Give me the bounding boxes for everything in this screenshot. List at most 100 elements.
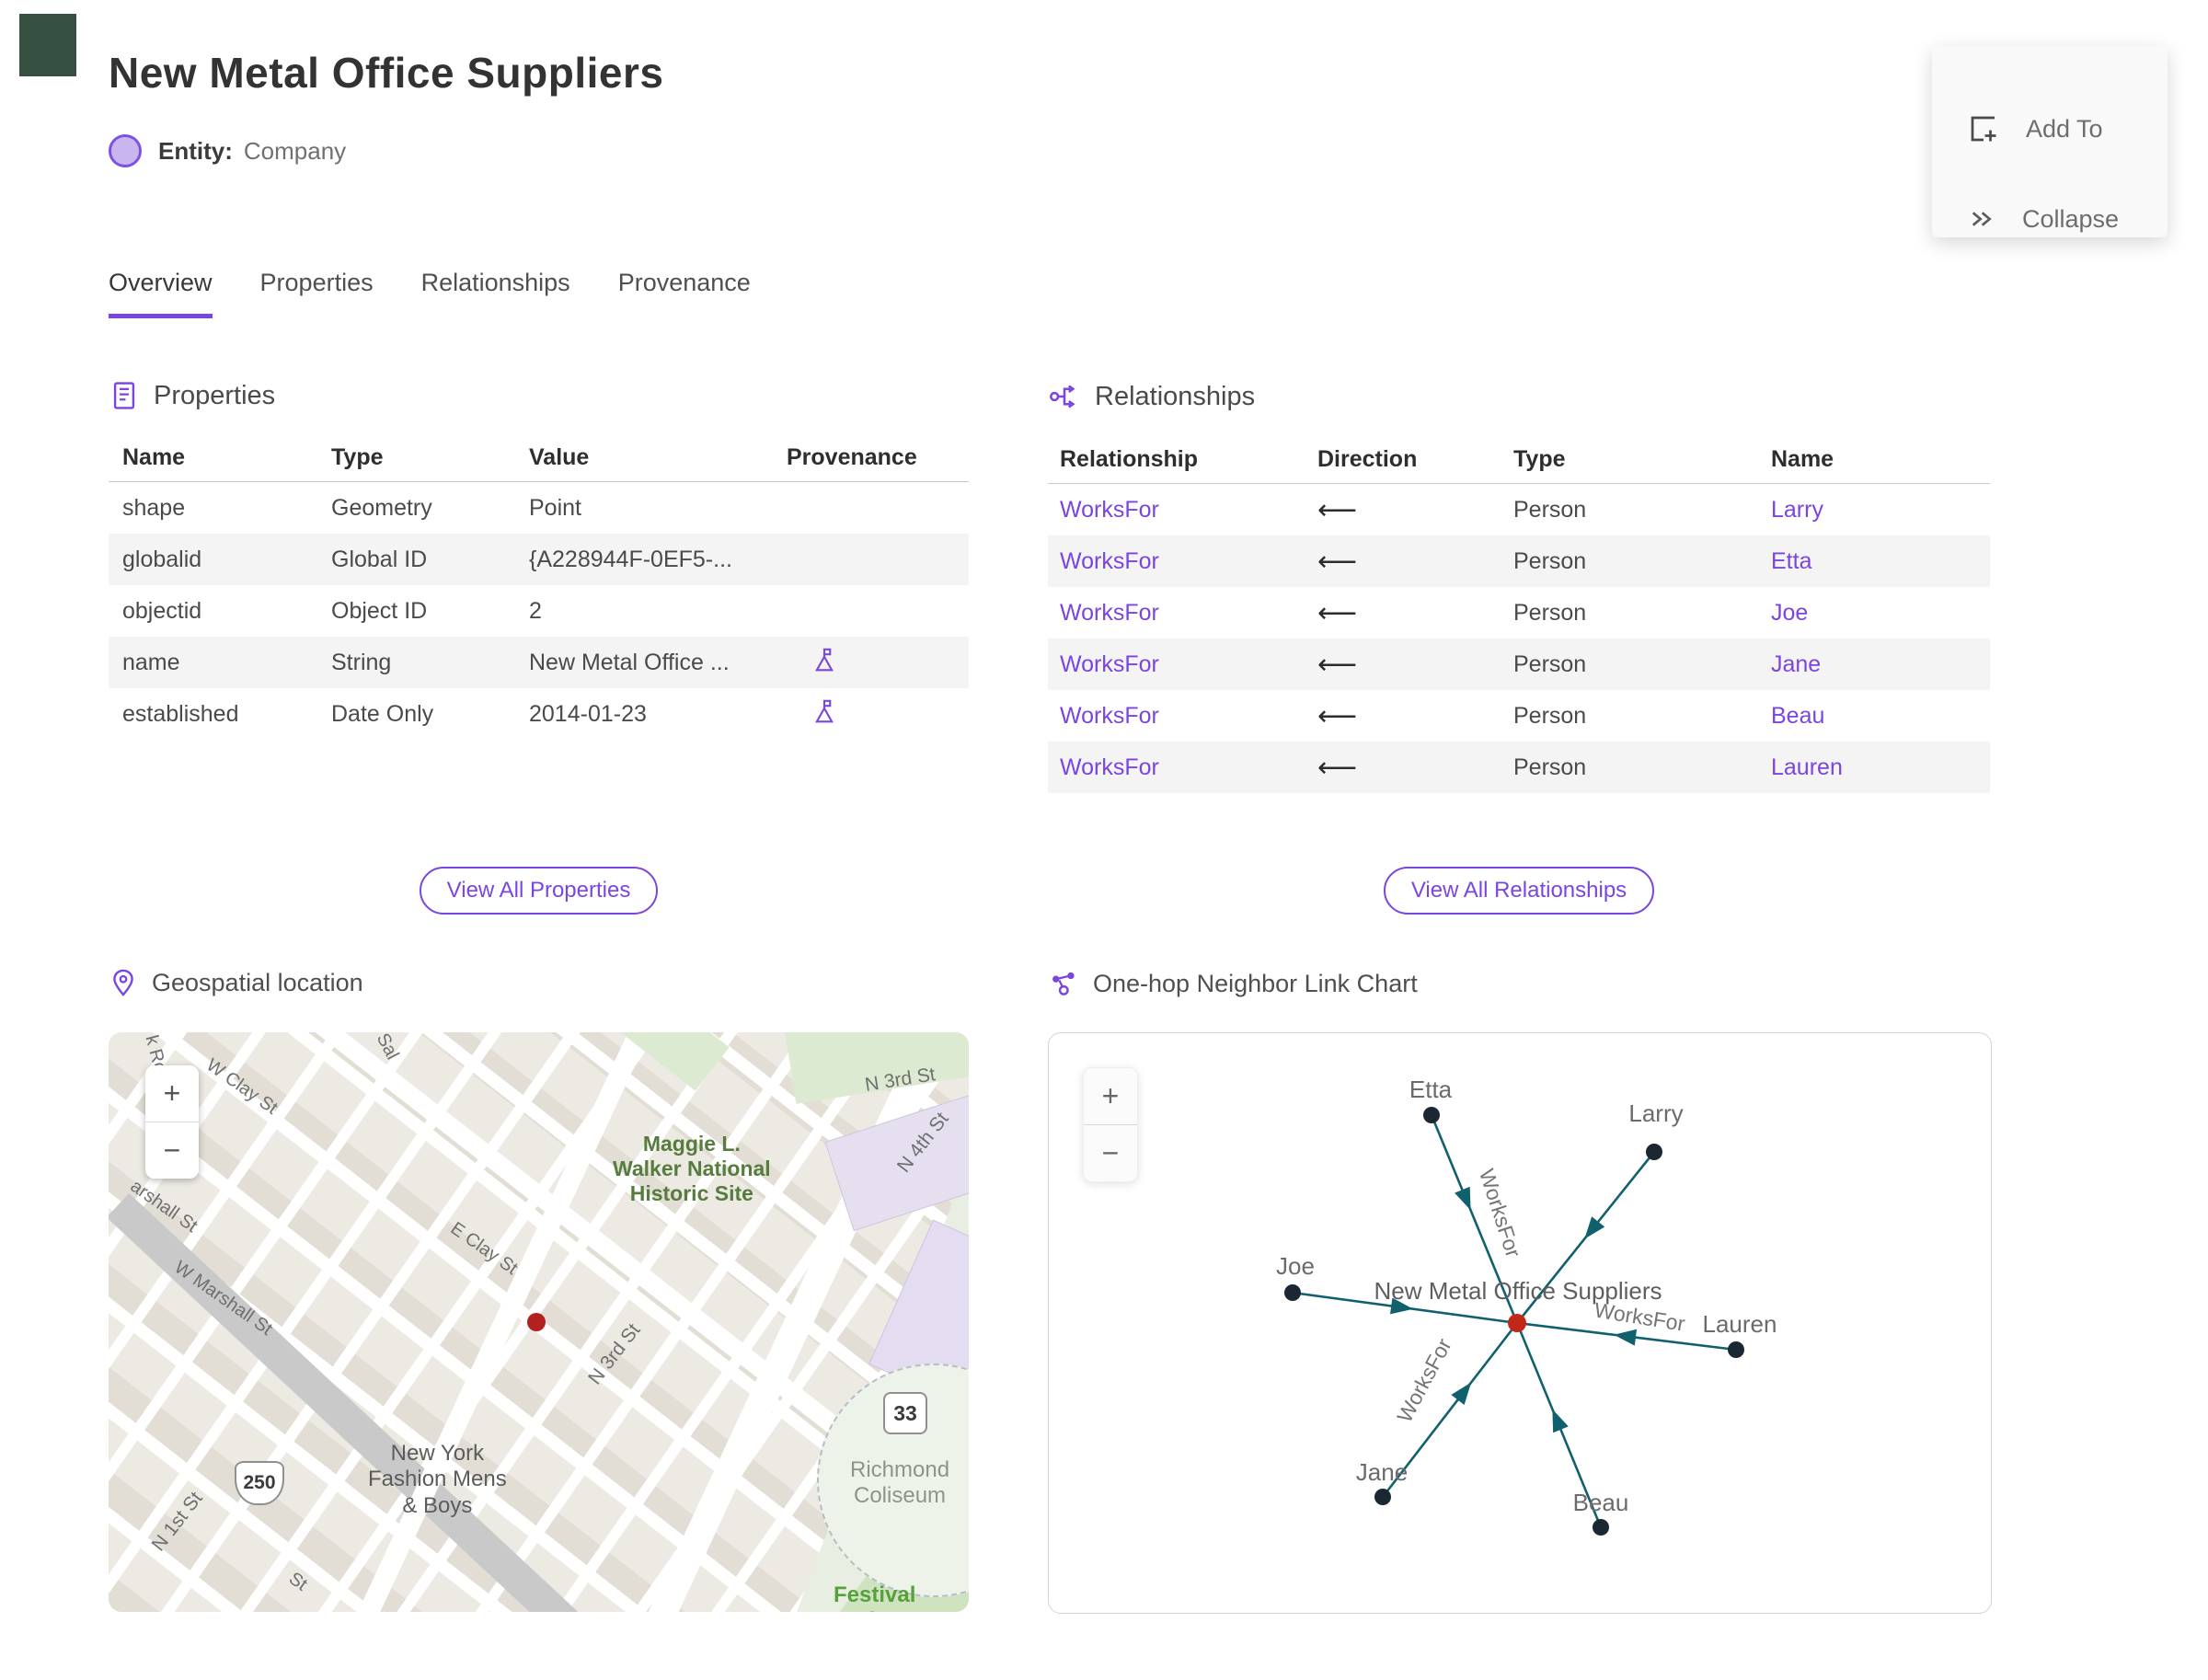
properties-table: Name Type Value Provenance shape Geometry… bbox=[109, 433, 969, 740]
chart-center-label: New Metal Office Suppliers bbox=[1374, 1277, 1662, 1305]
tab-overview[interactable]: Overview bbox=[109, 269, 213, 318]
property-provenance-cell bbox=[787, 646, 969, 680]
map-label: St bbox=[284, 1568, 311, 1595]
properties-section-header: Properties bbox=[109, 380, 969, 411]
chart-zoom-out-button[interactable]: − bbox=[1084, 1125, 1137, 1181]
relationship-link[interactable]: WorksFor bbox=[1060, 754, 1317, 781]
chart-edge-arrow bbox=[1451, 1382, 1472, 1406]
col-header-relationship: Relationship bbox=[1060, 445, 1199, 472]
chart-node-label: Beau bbox=[1573, 1489, 1629, 1516]
map-label: N 1st St bbox=[147, 1488, 207, 1556]
relationship-name-link[interactable]: Jane bbox=[1771, 651, 1990, 678]
property-type-cell: Global ID bbox=[331, 546, 428, 572]
direction-arrow: ⟵ bbox=[1317, 493, 1358, 526]
corner-accent bbox=[19, 14, 76, 76]
add-to-icon bbox=[1971, 116, 1996, 142]
property-row: established Date Only 2014-01-23 bbox=[109, 688, 969, 740]
relationship-name-link[interactable]: Lauren bbox=[1771, 754, 1990, 781]
relationships-section-header: Relationships bbox=[1048, 380, 1990, 413]
relationships-section-title: Relationships bbox=[1095, 381, 1256, 411]
relationship-name-link[interactable]: Larry bbox=[1771, 497, 1990, 524]
tab-properties[interactable]: Properties bbox=[260, 269, 374, 318]
relationships-table-header: Relationship Direction Type Name bbox=[1048, 435, 1990, 484]
map-road bbox=[339, 1032, 670, 1612]
map-pin-icon bbox=[113, 969, 133, 996]
chart-node-label: Jane bbox=[1356, 1458, 1408, 1486]
col-header-name: Name bbox=[122, 443, 186, 470]
entity-type-value: Company bbox=[243, 136, 347, 165]
collapse-button[interactable]: Collapse bbox=[1967, 204, 2119, 234]
direction-arrow: ⟵ bbox=[1317, 545, 1358, 578]
provenance-icon[interactable] bbox=[811, 697, 838, 725]
map-highway bbox=[109, 1192, 654, 1612]
relationship-type-cell: Person bbox=[1513, 599, 1587, 626]
col-header-provenance: Provenance bbox=[787, 443, 917, 470]
map-canvas[interactable]: k Ro W Clay St Sal N 3rd St N 4th St arshall … bbox=[109, 1032, 969, 1612]
add-to-label: Add To bbox=[2026, 114, 2103, 143]
chart-edge-arrow bbox=[1584, 1216, 1605, 1239]
chart-node-label: Larry bbox=[1628, 1099, 1683, 1127]
add-to-button[interactable]: Add To bbox=[1967, 112, 2103, 145]
map-zoom-out-button[interactable]: − bbox=[145, 1122, 199, 1179]
tab-provenance[interactable]: Provenance bbox=[618, 269, 751, 318]
properties-icon bbox=[113, 382, 135, 409]
tab-relationships[interactable]: Relationships bbox=[421, 269, 570, 318]
geospatial-section-title: Geospatial location bbox=[152, 968, 363, 996]
property-name-cell: shape bbox=[122, 494, 186, 521]
relationship-row: WorksFor ⟵ Person Joe bbox=[1048, 587, 1990, 639]
property-value-cell: Point bbox=[529, 494, 581, 521]
relationship-link[interactable]: WorksFor bbox=[1060, 600, 1317, 627]
chart-node-larry[interactable] bbox=[1646, 1144, 1662, 1160]
relationships-table-body: WorksFor ⟵ Person Larry WorksFor ⟵ Person Etta W… bbox=[1048, 484, 1990, 793]
map-label: N 3rd St bbox=[584, 1319, 645, 1389]
relationship-row: WorksFor ⟵ Person Beau bbox=[1048, 690, 1990, 742]
view-all-properties-button[interactable]: View All Properties bbox=[419, 867, 659, 915]
map-marker bbox=[527, 1313, 546, 1331]
relationships-table: Relationship Direction Type Name WorksFo… bbox=[1048, 435, 1990, 793]
relationship-name-link[interactable]: Beau bbox=[1771, 703, 1990, 730]
collapse-icon bbox=[1972, 212, 1992, 226]
link-chart-section-title: One-hop Neighbor Link Chart bbox=[1093, 969, 1418, 997]
properties-section-title: Properties bbox=[154, 380, 276, 410]
property-value-cell: New Metal Office ... bbox=[529, 649, 730, 675]
col-header-type: Type bbox=[1513, 445, 1566, 472]
chart-node-etta[interactable] bbox=[1423, 1107, 1440, 1123]
property-name-cell: globalid bbox=[122, 546, 202, 572]
relationship-name-link[interactable]: Joe bbox=[1771, 600, 1990, 627]
relationship-type-cell: Person bbox=[1513, 754, 1587, 780]
direction-arrow: ⟵ bbox=[1317, 751, 1358, 784]
entity-label: Entity: bbox=[158, 136, 233, 165]
chart-node-joe[interactable] bbox=[1284, 1284, 1301, 1301]
property-row: name String New Metal Office ... bbox=[109, 637, 969, 688]
properties-section: Properties Name Type Value Provenance sh… bbox=[109, 380, 969, 740]
property-row: globalid Global ID {A228944F-0EF5-... bbox=[109, 534, 969, 585]
chart-center-node[interactable] bbox=[1508, 1314, 1526, 1332]
provenance-icon[interactable] bbox=[811, 646, 838, 673]
property-name-cell: established bbox=[122, 700, 239, 727]
route-shield: 250 bbox=[235, 1461, 284, 1505]
map-zoom-in-button[interactable]: + bbox=[145, 1065, 199, 1122]
col-header-name: Name bbox=[1771, 445, 1834, 472]
map-label: Richmond Coliseum bbox=[850, 1457, 950, 1509]
relationship-link[interactable]: WorksFor bbox=[1060, 703, 1317, 730]
property-type-cell: Geometry bbox=[331, 494, 432, 521]
chart-node-jane[interactable] bbox=[1374, 1489, 1391, 1505]
view-all-relationships-button[interactable]: View All Relationships bbox=[1383, 867, 1655, 915]
entity-type-icon bbox=[109, 134, 142, 167]
chart-node-lauren[interactable] bbox=[1728, 1341, 1744, 1358]
chart-node-label: Joe bbox=[1276, 1252, 1315, 1280]
col-header-value: Value bbox=[529, 443, 590, 470]
relationship-name-link[interactable]: Etta bbox=[1771, 548, 1990, 575]
relationship-link[interactable]: WorksFor bbox=[1060, 497, 1317, 524]
property-value-cell: {A228944F-0EF5-... bbox=[529, 546, 732, 572]
chart-node-beau[interactable] bbox=[1593, 1519, 1609, 1536]
link-chart-canvas[interactable]: WorksFor WorksFor WorksFor Etta Larry Joe Laur… bbox=[1048, 1032, 1992, 1614]
link-chart-graph: WorksForWorksForWorksForEttaLarryJoeLaur… bbox=[1276, 1076, 1777, 1536]
properties-table-body: shape Geometry Point globalid Global ID {A228… bbox=[109, 482, 969, 740]
relationship-type-cell: Person bbox=[1513, 702, 1587, 729]
entity-row: Entity: Company bbox=[109, 134, 346, 167]
relationship-link[interactable]: WorksFor bbox=[1060, 651, 1317, 678]
chart-zoom-in-button[interactable]: + bbox=[1084, 1068, 1137, 1124]
relationship-link[interactable]: WorksFor bbox=[1060, 548, 1317, 575]
link-chart-icon bbox=[1052, 972, 1075, 995]
